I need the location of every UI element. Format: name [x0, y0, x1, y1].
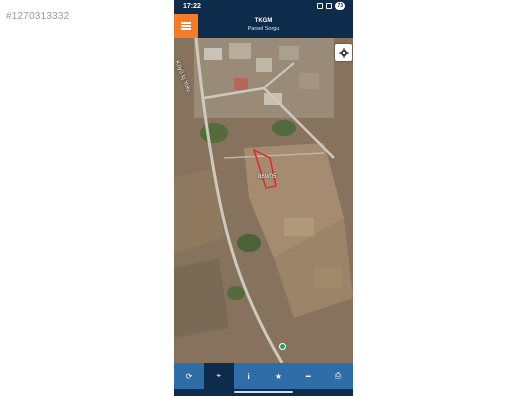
parcel-number-label: 869/05	[258, 174, 277, 180]
print-button[interactable]: ⎙	[323, 363, 353, 389]
locate-button[interactable]: ⌖	[203, 363, 234, 389]
gear-icon	[338, 47, 349, 58]
measure-button[interactable]: ━	[293, 363, 323, 389]
signal-icon	[326, 3, 333, 9]
info-button[interactable]: i	[234, 363, 264, 389]
status-bar: 17:22 73	[174, 0, 353, 14]
measure-icon: ━	[305, 371, 311, 381]
info-icon: i	[247, 371, 250, 381]
app-header: TKGM Parsel Sorgu	[174, 14, 353, 38]
hamburger-icon	[181, 22, 191, 30]
app-title: TKGM	[254, 18, 273, 24]
wifi-icon	[317, 3, 324, 9]
print-icon: ⎙	[334, 371, 342, 380]
map-imagery	[174, 38, 353, 363]
locate-icon: ⌖	[216, 371, 221, 380]
status-time: 17:22	[183, 3, 201, 10]
bottom-toolbar: ⟳ ⌖ i ★ ━ ⎙	[174, 363, 353, 389]
refresh-icon: ⟳	[185, 371, 193, 381]
current-location-dot	[279, 343, 286, 350]
home-indicator[interactable]	[234, 391, 293, 393]
favorite-star-icon: ★	[274, 371, 282, 381]
satellite-map[interactable]: Köyü İç Yolu 869/05	[174, 38, 353, 363]
menu-button[interactable]	[174, 14, 198, 38]
settings-button[interactable]	[335, 44, 352, 61]
watermark-text: #1270313332	[6, 11, 70, 22]
home-indicator-bar	[174, 389, 353, 396]
favorite-button[interactable]: ★	[263, 363, 293, 389]
refresh-button[interactable]: ⟳	[174, 363, 204, 389]
battery-icon: 73	[335, 2, 345, 10]
phone-screen: 17:22 73 TKGM Parsel Sorgu Köyü İç Yolu …	[174, 0, 353, 396]
status-icons: 73	[317, 2, 345, 10]
app-subtitle: Parsel Sorgu	[247, 26, 280, 32]
